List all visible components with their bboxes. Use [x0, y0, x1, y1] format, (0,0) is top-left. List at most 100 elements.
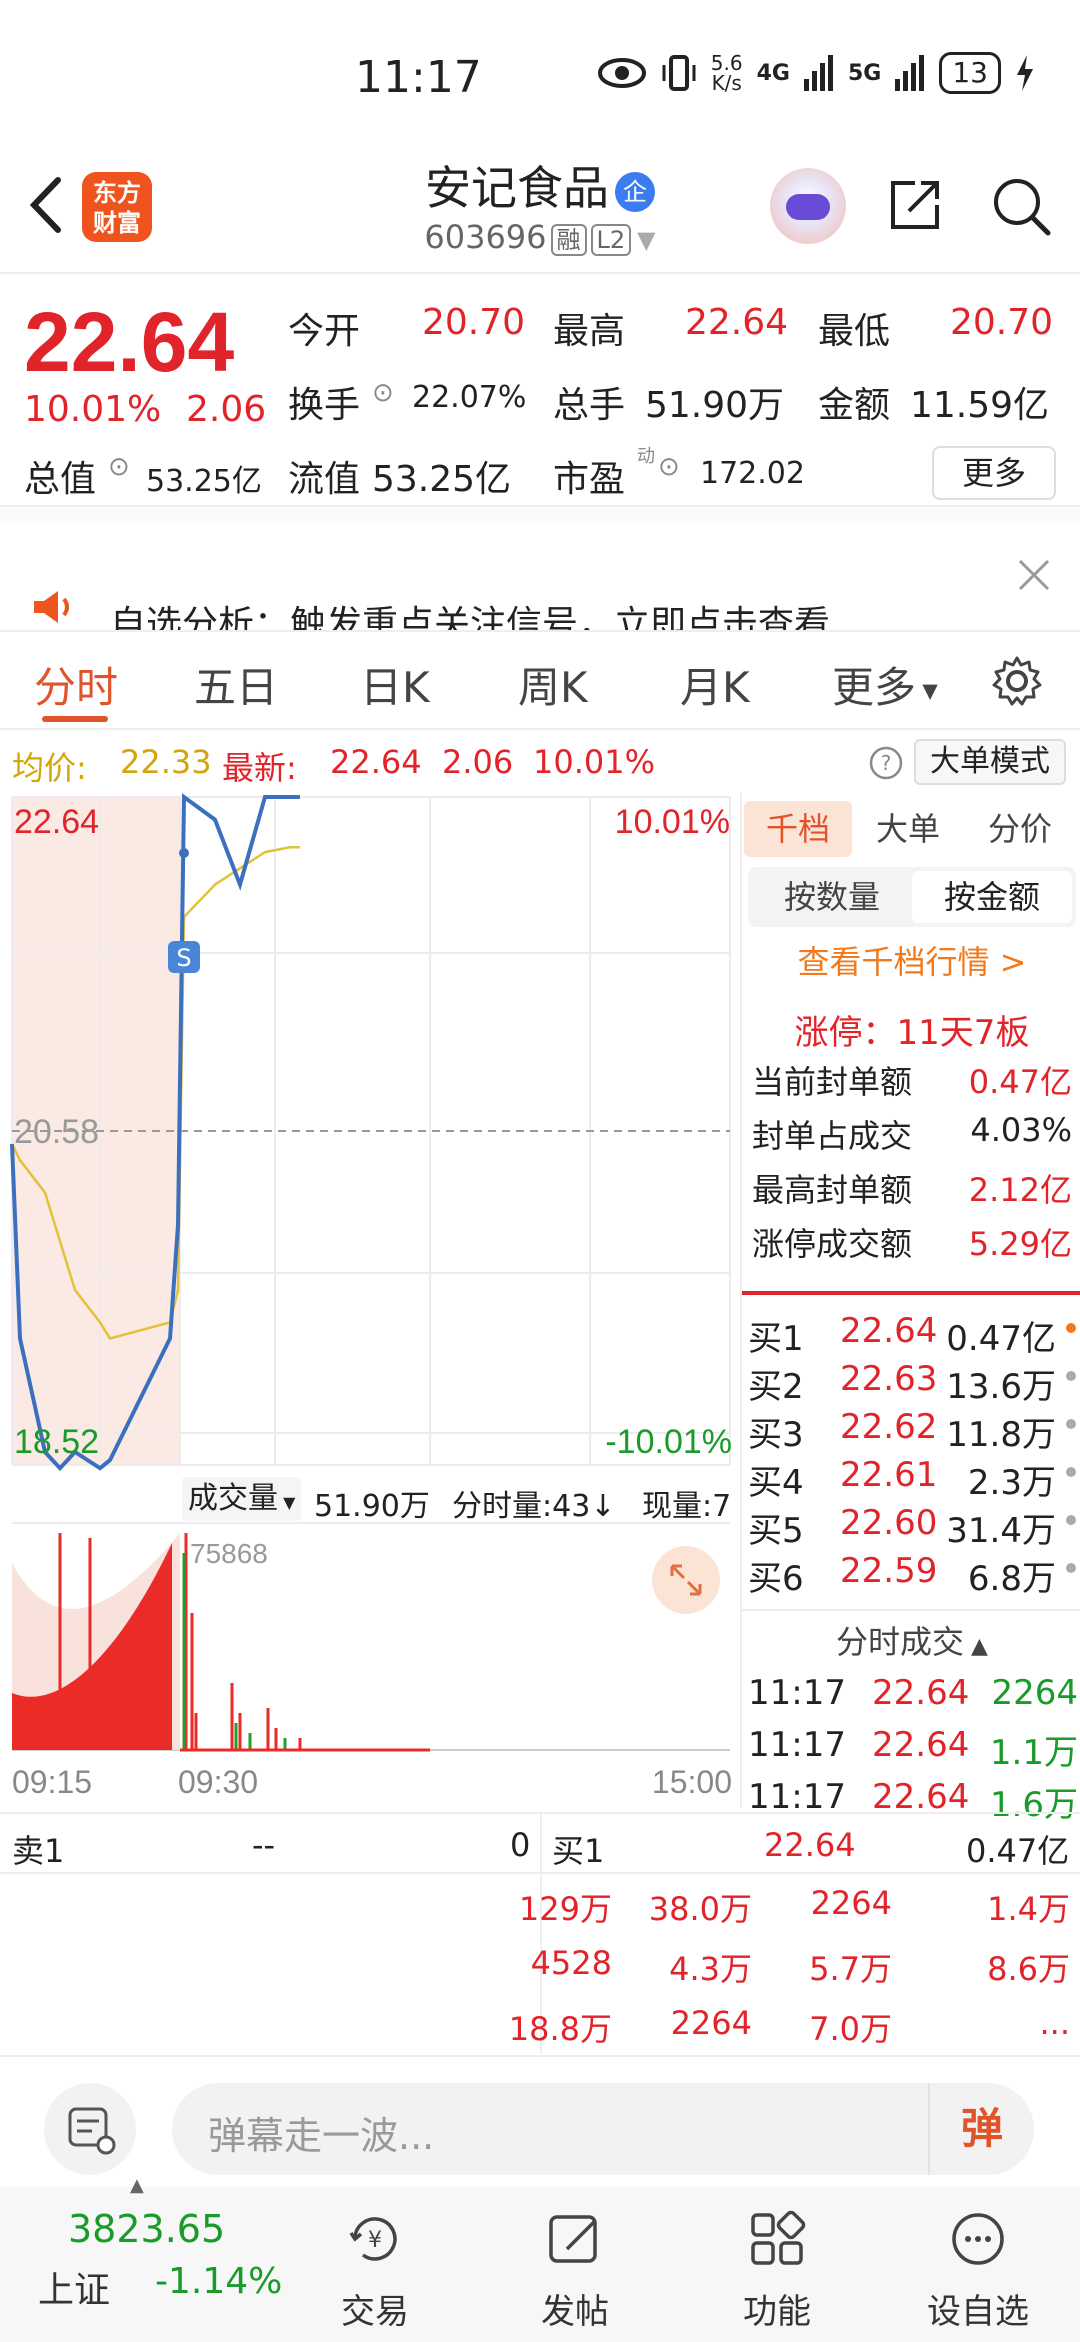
- volume-selector[interactable]: 成交量 ▼: [182, 1477, 302, 1521]
- latest-label: 最新:: [222, 749, 297, 787]
- tab-weekly-k[interactable]: 周K: [518, 654, 588, 715]
- danmu-settings-icon[interactable]: [44, 2083, 136, 2175]
- level-dot: [1066, 1419, 1076, 1429]
- info-icon[interactable]: ⊙: [108, 452, 130, 482]
- y-bottom-price: 18.52: [14, 1423, 99, 1461]
- mcap-value: 53.25亿: [146, 464, 262, 499]
- notice-text[interactable]: 自选分析：触发重点关注信号，立即点击查看: [110, 595, 830, 630]
- volume-value: 51.90万: [645, 385, 785, 426]
- y-mid-price: 20.58: [14, 1113, 99, 1151]
- nav-trade[interactable]: ¥ 交易: [305, 2207, 445, 2332]
- nav-post[interactable]: 发帖: [505, 2207, 645, 2332]
- intraday-chart[interactable]: S 22.64 20.58 18.52 10.01% -10.01% 75868…: [0, 793, 740, 1808]
- danmu-send-button[interactable]: 弹: [928, 2083, 1034, 2175]
- battery-level: 13: [939, 52, 1001, 94]
- gear-icon[interactable]: [990, 654, 1044, 708]
- help-icon[interactable]: ?: [868, 745, 904, 781]
- queue-cell: 4.3万: [669, 1950, 752, 1988]
- buy-level-price: 22.60: [840, 1503, 938, 1543]
- buy-level-row[interactable]: 买1 22.64 0.47亿: [742, 1311, 1080, 1359]
- buy-level-row[interactable]: 买4 22.61 2.3万: [742, 1455, 1080, 1503]
- stock-name: 安记食品: [425, 161, 609, 215]
- kv-row: 当前封单额 0.47亿: [752, 1063, 1072, 1101]
- level-dot: [1066, 1371, 1076, 1381]
- view-depth-link[interactable]: 查看千档行情 >: [742, 937, 1080, 983]
- buy-level-label: 买3: [748, 1415, 804, 1455]
- queue-cell: 2264: [670, 2004, 752, 2042]
- search-icon[interactable]: [990, 175, 1052, 237]
- time-start: 09:15: [12, 1764, 92, 1800]
- trade-qty: 2264: [991, 1673, 1078, 1713]
- more-button[interactable]: 更多: [932, 446, 1056, 500]
- level-tag: L2: [590, 224, 632, 256]
- buy1-price: 22.64: [764, 1826, 856, 1864]
- float-value: 53.25亿: [372, 459, 512, 500]
- queue-cell: 5.7万: [809, 1950, 892, 1988]
- nav-functions[interactable]: 功能: [707, 2207, 847, 2332]
- tab-monthly-k[interactable]: 月K: [680, 654, 750, 715]
- buy-level-qty: 0.47亿: [946, 1319, 1056, 1359]
- by-amount-button[interactable]: 按金额: [912, 871, 1072, 923]
- info-icon[interactable]: ⊙: [658, 452, 680, 482]
- amount-label: 金额: [818, 385, 891, 426]
- index-value[interactable]: 3823.65: [68, 2207, 225, 2251]
- buy-level-row[interactable]: 买2 22.63 13.6万: [742, 1359, 1080, 1407]
- svg-text:¥: ¥: [368, 2228, 382, 2253]
- buy-level-qty: 31.4万: [946, 1511, 1056, 1551]
- sell1-price: --: [252, 1826, 276, 1864]
- avg-price-row: 均价: 22.33 最新: 22.64 2.06 10.01% ? 大单模式: [0, 733, 1080, 793]
- trade-icon: ¥: [349, 2217, 397, 2261]
- tab-five-day[interactable]: 五日: [194, 654, 278, 715]
- svg-text:?: ?: [881, 751, 892, 775]
- trades-title[interactable]: 分时成交 ▲: [742, 1617, 1080, 1663]
- side-tab-thousand[interactable]: 千档: [744, 801, 852, 857]
- post-icon: [549, 2215, 597, 2263]
- index-pct[interactable]: -1.14%: [155, 2261, 282, 2302]
- signal-4g: 4G: [756, 60, 790, 86]
- notice-bar: 自选分析：触发重点关注信号，立即点击查看: [0, 505, 1080, 630]
- current-price: 22.64: [24, 295, 235, 389]
- buy1-qty: 0.47亿: [966, 1832, 1070, 1870]
- low-value: 20.70: [950, 302, 1054, 343]
- index-name[interactable]: 上证: [38, 2261, 110, 2313]
- buy-level-label: 买5: [748, 1511, 804, 1551]
- grid-icon: [751, 2210, 806, 2265]
- buy-level-qty: 11.8万: [946, 1415, 1056, 1455]
- share-icon[interactable]: [885, 175, 945, 235]
- buy-level-row[interactable]: 买5 22.60 31.4万: [742, 1503, 1080, 1551]
- trade-row: 11:17 22.64 1.1万: [742, 1725, 1080, 1773]
- y-top-price: 22.64: [14, 803, 99, 841]
- info-icon[interactable]: ⊙: [372, 378, 394, 408]
- kv-row: 封单占成交 4.03%: [752, 1111, 1072, 1155]
- tab-more[interactable]: 更多 ▼: [832, 654, 938, 715]
- tab-daily-k[interactable]: 日K: [360, 654, 430, 715]
- buy-level-price: 22.63: [840, 1359, 938, 1399]
- queue-cell: 2264: [810, 1884, 892, 1922]
- queue-cell: 129万: [518, 1890, 612, 1928]
- open-label: 今开: [288, 311, 361, 352]
- side-tab-price[interactable]: 分价: [964, 801, 1076, 857]
- buy-level-row[interactable]: 买3 22.62 11.8万: [742, 1407, 1080, 1455]
- buy-level-row[interactable]: 买6 22.59 6.8万: [742, 1551, 1080, 1599]
- order-book-panel: 千档 大单 分价 按数量 按金额 查看千档行情 > 涨停：11天7板 当前封单额…: [740, 793, 1080, 1825]
- close-icon[interactable]: [1016, 557, 1052, 593]
- stock-code: 603696: [424, 218, 547, 256]
- enterprise-badge: 企: [615, 171, 655, 212]
- y-bottom-pct: -10.01%: [605, 1423, 732, 1461]
- turnover-value: 22.07%: [412, 380, 527, 415]
- level-dot: [1066, 1563, 1076, 1573]
- mcap-label: 总值: [24, 459, 97, 500]
- assistant-robot-icon[interactable]: [770, 168, 846, 244]
- by-quantity-button[interactable]: 按数量: [752, 871, 912, 923]
- nav-add-watchlist[interactable]: 设自选: [908, 2207, 1048, 2332]
- tab-intraday[interactable]: 分时: [34, 654, 118, 715]
- big-order-mode-button[interactable]: 大单模式: [914, 739, 1066, 785]
- trade-qty: 1.1万: [989, 1733, 1078, 1773]
- net-speed: 5.6 K/s: [710, 51, 743, 95]
- buy-level-qty: 13.6万: [946, 1367, 1056, 1407]
- trade-price: 22.64: [872, 1777, 970, 1817]
- buy-level-label: 买6: [748, 1559, 804, 1599]
- trade-price: 22.64: [872, 1725, 970, 1765]
- buy-level-price: 22.64: [840, 1311, 938, 1351]
- side-tab-big-order[interactable]: 大单: [854, 801, 962, 857]
